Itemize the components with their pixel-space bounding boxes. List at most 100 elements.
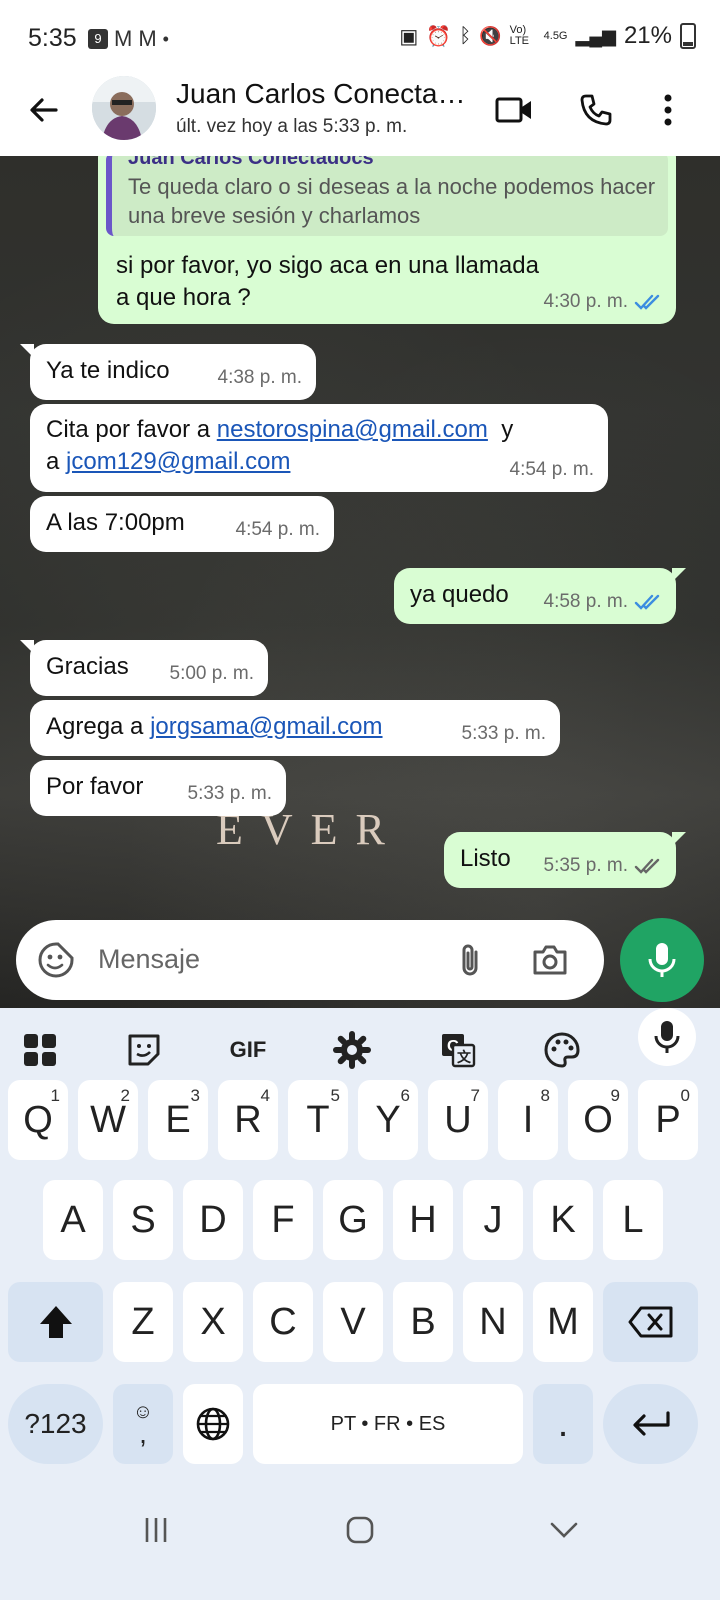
key-a[interactable]: A bbox=[43, 1180, 103, 1260]
message-text: ya quedo bbox=[410, 581, 509, 608]
last-seen: últ. vez hoy a las 5:33 p. m. bbox=[176, 116, 408, 137]
key-w[interactable]: W2 bbox=[78, 1080, 138, 1160]
lock-icon: ▣ bbox=[399, 25, 419, 48]
shift-key[interactable] bbox=[8, 1282, 103, 1362]
gmail-icon: M bbox=[114, 26, 133, 51]
key-o[interactable]: O9 bbox=[568, 1080, 628, 1160]
period-key[interactable]: . bbox=[533, 1384, 593, 1464]
sticker-button[interactable] bbox=[120, 1026, 168, 1074]
gif-label: GIF bbox=[229, 1037, 267, 1062]
attach-button[interactable] bbox=[450, 940, 490, 980]
key-s[interactable]: S bbox=[113, 1180, 173, 1260]
voice-message-button[interactable] bbox=[620, 918, 704, 1002]
notification-icons: 9 M M • bbox=[88, 26, 169, 52]
message-input[interactable]: Mensaje bbox=[16, 920, 604, 1000]
key-q[interactable]: Q1 bbox=[8, 1080, 68, 1160]
back-button[interactable] bbox=[24, 90, 64, 130]
chat-area[interactable]: EVER Juan Carlos Conectadocs Te queda cl… bbox=[0, 156, 720, 1008]
email-link[interactable]: jcom129@gmail.com bbox=[66, 448, 290, 475]
emoji-sticker-button[interactable] bbox=[36, 940, 76, 980]
translate-icon: G 文 bbox=[442, 1034, 476, 1068]
double-check-delivered-icon bbox=[634, 858, 660, 874]
calendar-notification-icon: 9 bbox=[88, 29, 108, 49]
contact-avatar[interactable] bbox=[92, 76, 156, 140]
gif-button[interactable]: GIF bbox=[224, 1026, 272, 1074]
key-k[interactable]: K bbox=[533, 1180, 593, 1260]
enter-key[interactable] bbox=[603, 1384, 698, 1464]
message-bubble-outgoing[interactable]: ya quedo 4:58 p. m. bbox=[394, 568, 686, 624]
more-options-button[interactable] bbox=[646, 88, 690, 132]
key-v[interactable]: V bbox=[323, 1282, 383, 1362]
message-meta: 4:30 p. m. bbox=[544, 286, 663, 318]
key-x[interactable]: X bbox=[183, 1282, 243, 1362]
arrow-left-icon bbox=[30, 98, 58, 122]
message-bubble-incoming[interactable]: Cita por favor a nestorospina@gmail.com … bbox=[30, 404, 608, 492]
key-z[interactable]: Z bbox=[113, 1282, 173, 1362]
message-composer: Mensaje bbox=[0, 900, 720, 1010]
space-key[interactable]: PT • FR • ES bbox=[253, 1384, 523, 1464]
microphone-icon bbox=[648, 943, 676, 977]
message-text: Gracias bbox=[46, 653, 129, 680]
recent-apps-button[interactable] bbox=[136, 1510, 176, 1550]
apps-grid-button[interactable] bbox=[16, 1026, 64, 1074]
home-button[interactable] bbox=[340, 1510, 380, 1550]
language-key[interactable] bbox=[183, 1384, 243, 1464]
mute-icon: 🔇 bbox=[479, 25, 502, 46]
key-e[interactable]: E3 bbox=[148, 1080, 208, 1160]
back-nav-button[interactable] bbox=[544, 1510, 584, 1550]
key-l[interactable]: L bbox=[603, 1180, 663, 1260]
contact-name[interactable]: Juan Carlos Conecta… bbox=[176, 78, 465, 110]
key-i[interactable]: I8 bbox=[498, 1080, 558, 1160]
double-check-read-icon bbox=[634, 594, 660, 610]
key-m[interactable]: M bbox=[533, 1282, 593, 1362]
key-d[interactable]: D bbox=[183, 1180, 243, 1260]
key-n[interactable]: N bbox=[463, 1282, 523, 1362]
message-bubble-incoming[interactable]: A las 7:00pm 4:54 p. m. bbox=[30, 496, 334, 552]
message-bubble-incoming[interactable]: Gracias 5:00 p. m. bbox=[20, 640, 268, 696]
battery-percent: 21% bbox=[623, 22, 672, 49]
key-b[interactable]: B bbox=[393, 1282, 453, 1362]
gmail-icon-2: M bbox=[138, 26, 157, 51]
key-t[interactable]: T5 bbox=[288, 1080, 348, 1160]
message-bubble-incoming[interactable]: Ya te indico 4:38 p. m. bbox=[20, 344, 316, 400]
key-c[interactable]: C bbox=[253, 1282, 313, 1362]
message-bubble-outgoing[interactable]: Juan Carlos Conectadocs Te queda claro o… bbox=[98, 156, 676, 324]
microphone-icon bbox=[654, 1021, 680, 1053]
message-bubble-incoming[interactable]: Agrega a jorgsama@gmail.com 5:33 p. m. bbox=[30, 700, 560, 756]
settings-button[interactable] bbox=[328, 1026, 376, 1074]
backspace-key[interactable] bbox=[603, 1282, 698, 1362]
quoted-message[interactable]: Juan Carlos Conectadocs Te queda claro o… bbox=[106, 156, 668, 236]
key-r[interactable]: R4 bbox=[218, 1080, 278, 1160]
key-j[interactable]: J bbox=[463, 1180, 523, 1260]
key-g[interactable]: G bbox=[323, 1180, 383, 1260]
battery-icon bbox=[680, 23, 696, 49]
camera-icon bbox=[533, 945, 567, 975]
key-f[interactable]: F bbox=[253, 1180, 313, 1260]
symbols-key[interactable]: ?123 bbox=[8, 1384, 103, 1464]
key-p[interactable]: P0 bbox=[638, 1080, 698, 1160]
translate-button[interactable]: G 文 bbox=[434, 1026, 482, 1074]
shift-arrow-icon bbox=[39, 1306, 72, 1338]
key-y[interactable]: Y6 bbox=[358, 1080, 418, 1160]
voice-typing-button[interactable] bbox=[638, 1008, 696, 1066]
key-h[interactable]: H bbox=[393, 1180, 453, 1260]
email-link[interactable]: nestorospina@gmail.com bbox=[217, 416, 488, 443]
palette-icon bbox=[544, 1032, 580, 1068]
network-gen-label: 4.5G bbox=[543, 30, 568, 42]
key-u[interactable]: U7 bbox=[428, 1080, 488, 1160]
emoji-comma-key[interactable]: ☺ , bbox=[113, 1384, 173, 1464]
video-camera-icon bbox=[495, 97, 531, 123]
message-time: 5:00 p. m. bbox=[169, 663, 255, 684]
message-text: Listo bbox=[460, 845, 511, 872]
system-navigation-bar bbox=[0, 1500, 720, 1600]
message-bubble-outgoing[interactable]: Listo 5:35 p. m. bbox=[444, 832, 686, 888]
email-link[interactable]: jorgsama@gmail.com bbox=[150, 713, 382, 740]
message-time: 5:33 p. m. bbox=[461, 723, 547, 744]
message-time: 4:30 p. m. bbox=[543, 291, 629, 312]
bubble-tail bbox=[20, 344, 34, 358]
message-bubble-incoming[interactable]: Por favor 5:33 p. m. bbox=[30, 760, 286, 816]
voice-call-button[interactable] bbox=[574, 88, 618, 132]
camera-button[interactable] bbox=[530, 940, 570, 980]
theme-button[interactable] bbox=[538, 1026, 586, 1074]
video-call-button[interactable] bbox=[492, 88, 536, 132]
